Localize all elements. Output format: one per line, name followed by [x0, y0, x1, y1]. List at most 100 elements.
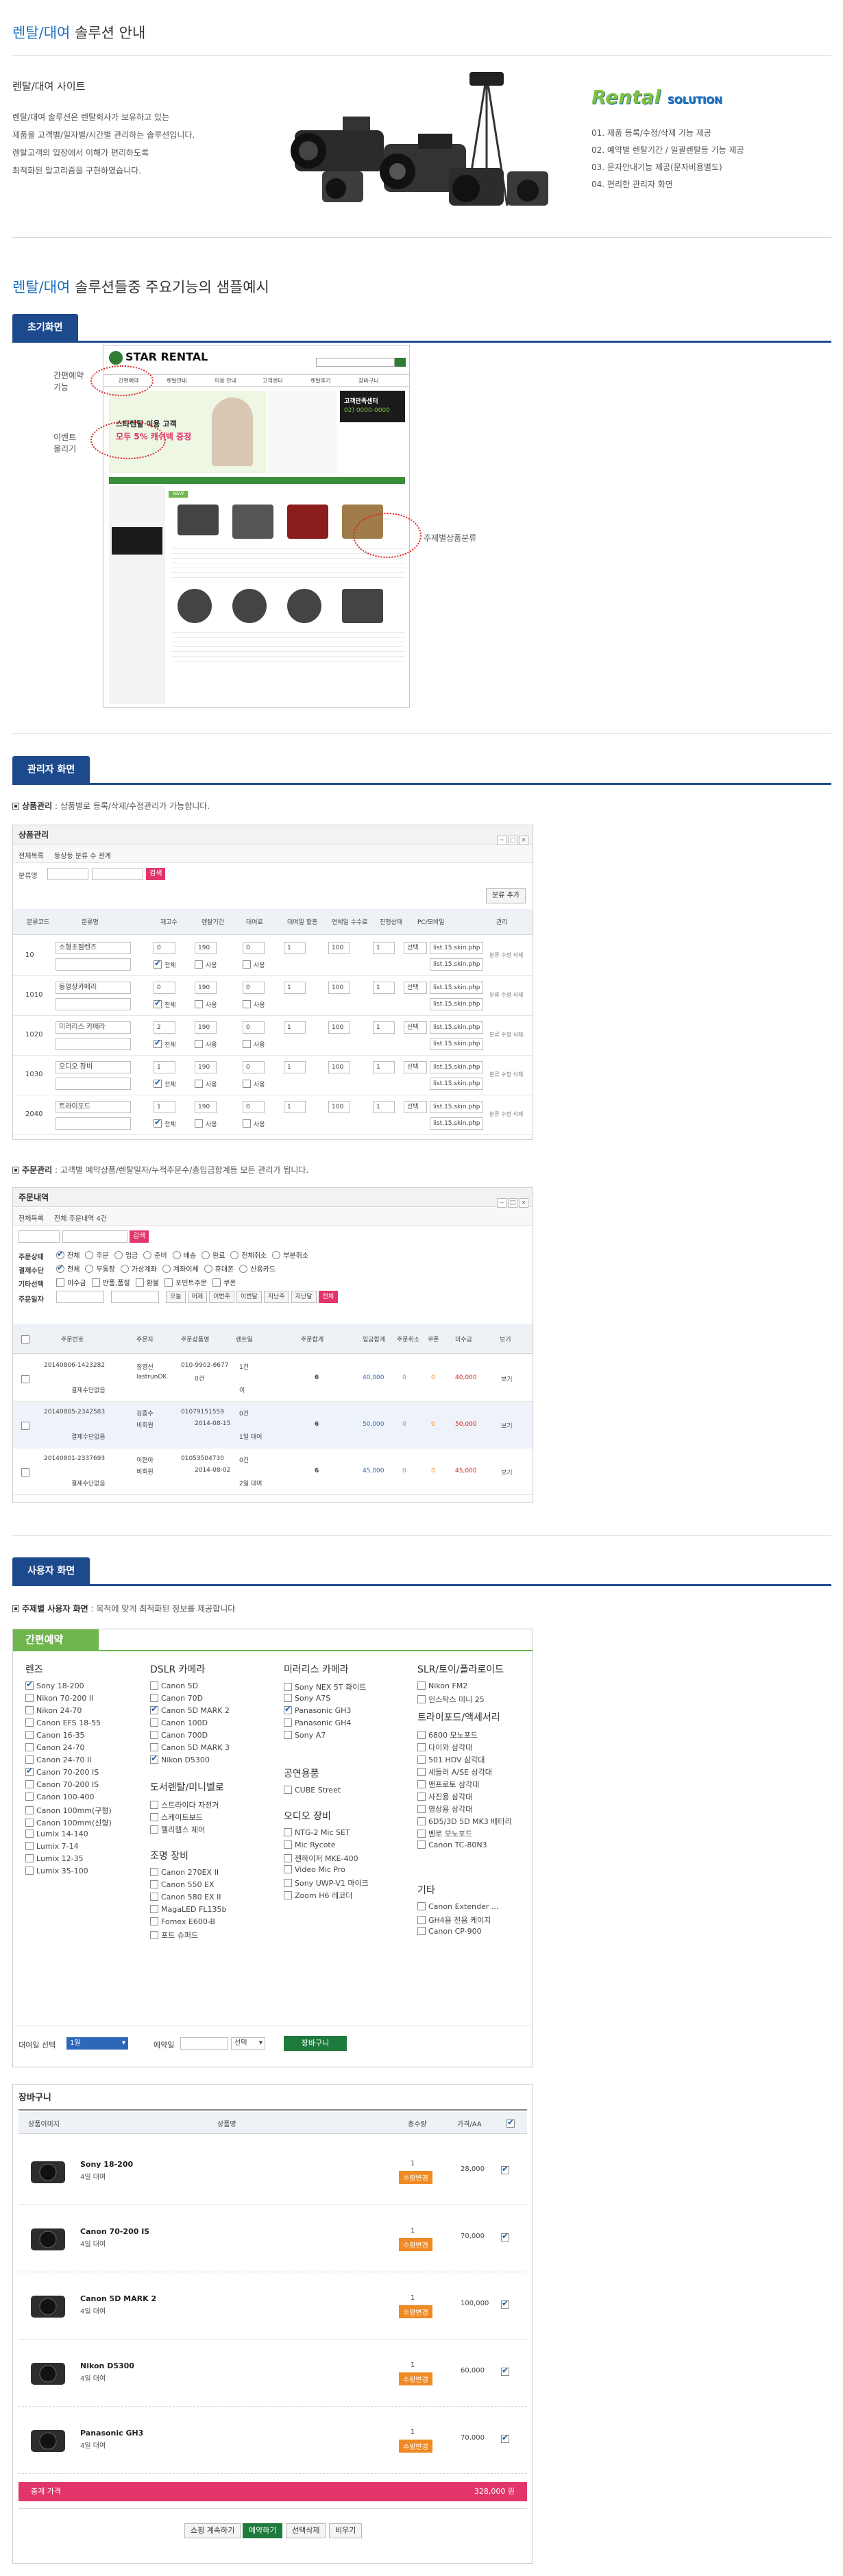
checkbox[interactable]	[417, 1805, 426, 1813]
number-input[interactable]: 0	[243, 942, 265, 954]
category-option[interactable]: Nikon FM2	[417, 1681, 467, 1690]
checkbox[interactable]	[284, 1704, 292, 1714]
number-input[interactable]: 190	[195, 1061, 217, 1073]
change-quantity-button[interactable]: 수량변경	[399, 2171, 432, 2184]
check-use-option[interactable]: 사용	[243, 1080, 265, 1089]
checkbox[interactable]	[417, 1695, 426, 1703]
checkbox[interactable]	[25, 1867, 34, 1875]
checkbox[interactable]	[150, 1694, 158, 1702]
radio-icon[interactable]	[56, 1263, 64, 1273]
checkbox[interactable]	[150, 1753, 158, 1764]
category-option[interactable]: 젠하이저 MKE-400	[284, 1853, 358, 1864]
checkbox[interactable]	[150, 1801, 158, 1809]
check-use-option[interactable]: 사용	[195, 1080, 217, 1089]
product-name[interactable]: Panasonic GH3	[80, 2429, 143, 2438]
checkbox[interactable]	[150, 1931, 158, 1939]
filter-radio[interactable]: 부분취소	[272, 1251, 308, 1260]
category-option[interactable]: GH4용 전용 케이지	[417, 1915, 491, 1925]
check-all-option[interactable]: 전체	[154, 1038, 176, 1049]
date-range-button[interactable]: 전체	[318, 1291, 339, 1303]
change-quantity-button[interactable]: 수량변경	[399, 2305, 432, 2318]
checkbox[interactable]	[284, 1891, 292, 1899]
product-image[interactable]	[28, 2289, 68, 2320]
filter-radio[interactable]: 무통장	[85, 1265, 115, 1274]
check-use-option[interactable]: 사용	[195, 960, 217, 969]
checkbox[interactable]	[417, 1817, 426, 1825]
checkbox[interactable]	[25, 1819, 34, 1827]
checkbox[interactable]	[25, 1793, 34, 1801]
change-quantity-button[interactable]: 수량변경	[399, 2238, 432, 2251]
product-name[interactable]: Canon 70-200 IS	[80, 2227, 149, 2236]
checkbox[interactable]	[150, 1704, 158, 1714]
filter-radio[interactable]: 전체	[56, 1249, 80, 1260]
minimize-icon[interactable]: −	[497, 1198, 506, 1208]
checkbox[interactable]	[195, 1040, 203, 1048]
check-use-option[interactable]: 사용	[243, 960, 265, 969]
skin-select[interactable]: list.15.skin.php	[430, 1061, 483, 1073]
continue-shopping-button[interactable]: 쇼핑 계속하기	[184, 2523, 241, 2538]
mock-search-input[interactable]	[316, 358, 395, 367]
checkbox[interactable]	[417, 1916, 426, 1924]
category-option[interactable]: Fomex E600-B	[150, 1917, 215, 1926]
skin-select[interactable]: list.15.skin.php	[430, 1021, 483, 1034]
date-range-button[interactable]: 지난달	[291, 1291, 317, 1303]
close-icon[interactable]: ×	[519, 836, 528, 845]
mock-product-image[interactable]	[178, 505, 219, 535]
filter-checkbox[interactable]: 포인트주문	[164, 1278, 207, 1287]
checkbox[interactable]	[25, 1706, 34, 1714]
category-option[interactable]: 포트 슈퍼드	[150, 1930, 198, 1941]
category-option[interactable]: 헬리캠스 체어	[150, 1824, 205, 1835]
category-option[interactable]: Sony 18-200	[25, 1679, 84, 1690]
number-input[interactable]: 0	[154, 942, 175, 954]
checkbox[interactable]	[417, 1755, 426, 1764]
checkbox[interactable]	[150, 1681, 158, 1690]
product-name[interactable]: Canon 5D MARK 2	[80, 2294, 156, 2303]
search-field-select[interactable]	[19, 1230, 60, 1243]
filter-radio[interactable]: 주문	[85, 1251, 109, 1260]
mock-nav-item[interactable]: 렌탈후기	[310, 377, 330, 385]
product-name[interactable]: Nikon D5300	[80, 2361, 134, 2370]
close-icon[interactable]: ×	[519, 1198, 528, 1208]
row-actions[interactable]: 분류 수정 삭제	[489, 951, 523, 959]
category-option[interactable]: Canon 100-400	[25, 1793, 95, 1801]
view-link[interactable]: 보기	[501, 1468, 513, 1477]
checkbox[interactable]	[150, 1868, 158, 1876]
mock-nav-item[interactable]: 렌탈안내	[167, 377, 186, 385]
mock-nav-item[interactable]: 고객센터	[262, 377, 282, 385]
checkbox[interactable]	[154, 1078, 162, 1088]
search-input[interactable]	[92, 868, 143, 880]
mock-nav-item[interactable]: 이용 안내	[215, 377, 236, 385]
checkbox[interactable]	[417, 1830, 426, 1838]
category-option[interactable]: 스트라이다 자전거	[150, 1799, 219, 1810]
category-option[interactable]: 다이와 삼각대	[417, 1742, 472, 1753]
radio-icon[interactable]	[272, 1251, 281, 1259]
checkbox[interactable]	[417, 1731, 426, 1739]
number-input[interactable]: 1	[284, 982, 306, 994]
number-input[interactable]: 190	[195, 942, 217, 954]
search-input[interactable]	[62, 1230, 127, 1243]
category-option[interactable]: Canon 70D	[150, 1694, 203, 1703]
category-option[interactable]: 6800 모노포드	[417, 1729, 478, 1740]
category-option[interactable]: Nikon 70-200 II	[25, 1694, 93, 1703]
checkbox[interactable]	[284, 1731, 292, 1739]
number-input[interactable]: 1	[373, 982, 395, 994]
checkbox[interactable]	[417, 1793, 426, 1801]
category-option[interactable]: Canon 270EX II	[150, 1868, 219, 1877]
skin-select[interactable]: list.15.skin.php	[430, 982, 483, 994]
category-option[interactable]: Canon EFS 18-55	[25, 1718, 101, 1727]
product-image[interactable]	[28, 2154, 68, 2186]
category-option[interactable]: Canon Extender ...	[417, 1902, 498, 1911]
category-desc-input[interactable]	[56, 958, 131, 971]
radio-icon[interactable]	[114, 1251, 123, 1259]
order-number[interactable]: 20140805-2342583	[44, 1409, 105, 1415]
checkbox[interactable]	[284, 1694, 292, 1702]
category-desc-input[interactable]	[56, 1038, 131, 1050]
checkbox[interactable]	[417, 1681, 426, 1690]
number-input[interactable]: 100	[328, 1061, 350, 1073]
filter-checkbox[interactable]: 반품,품절	[91, 1278, 130, 1287]
row-checkbox[interactable]	[21, 1375, 29, 1383]
search-button[interactable]: 검색	[146, 868, 166, 880]
checkbox[interactable]	[417, 1780, 426, 1788]
number-input[interactable]: 1	[373, 1021, 395, 1034]
row-checkbox[interactable]	[21, 1468, 29, 1477]
